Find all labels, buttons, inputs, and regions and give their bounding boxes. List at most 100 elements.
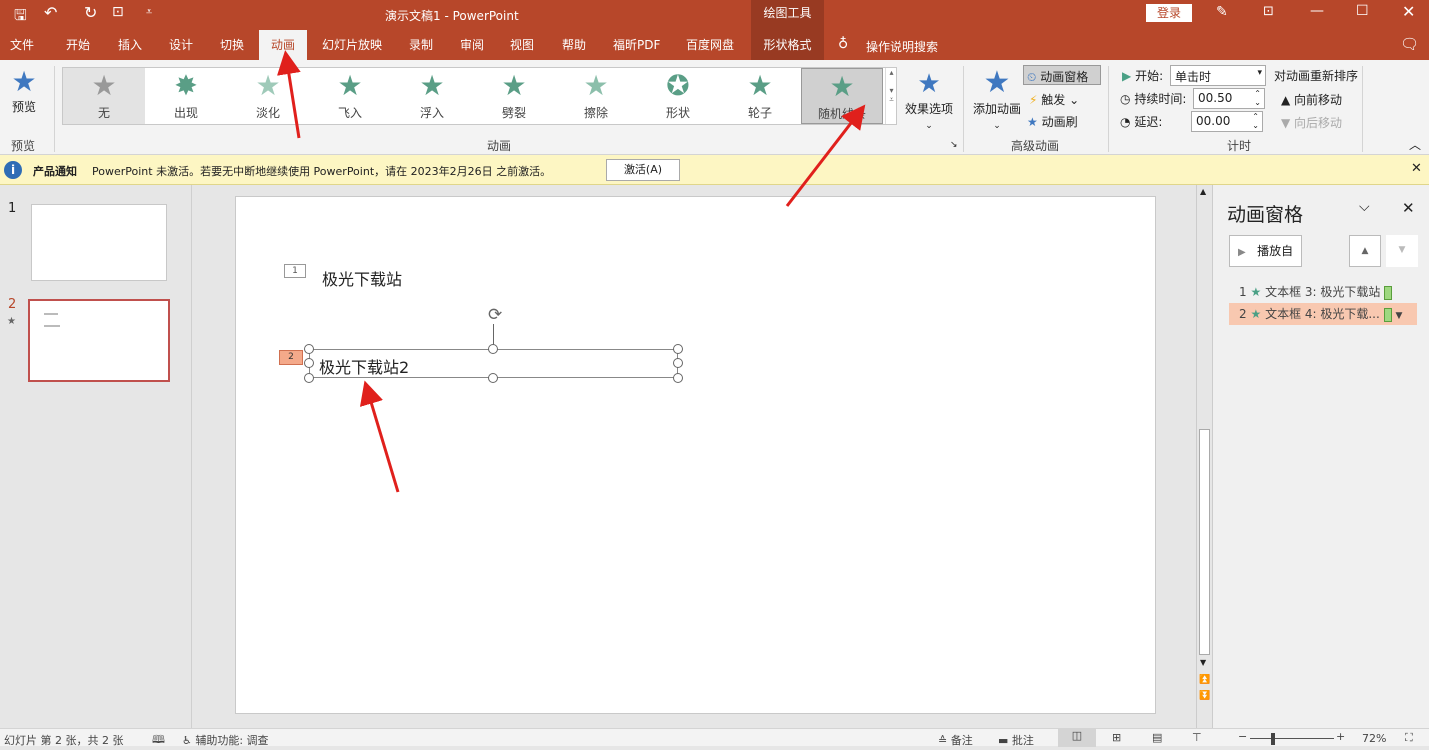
animation-tag-selected[interactable]: 2 xyxy=(279,350,303,365)
ribbon-display-icon[interactable]: ⊡ xyxy=(1263,4,1274,19)
tab-foxit-pdf[interactable]: 福昕PDF xyxy=(609,30,664,60)
fit-to-window-icon[interactable]: ⛶ xyxy=(1405,731,1413,745)
animation-gallery: ★ 无 ✸ 出现 ★ 淡化 ★ 飞入 ★ 浮入 ★ 劈裂 ★ 擦除 ✪ 形状 ★ 轮子 ★ 随机线条… xyxy=(62,67,897,125)
animation-wipe[interactable]: ★ 擦除 xyxy=(555,68,637,124)
animation-star-icon: ★ xyxy=(7,316,16,327)
rotate-handle-icon[interactable]: ⟳ xyxy=(488,305,502,325)
tab-file[interactable]: 文件 xyxy=(6,30,38,60)
painter-icon: ★ xyxy=(1027,115,1038,129)
move-down-button[interactable]: ▼ xyxy=(1386,235,1418,267)
animation-list-item-selected[interactable]: 2 ★ 文本框 4: 极光下载... ▼ xyxy=(1229,303,1417,325)
textbox-1[interactable]: 极光下载站 xyxy=(322,266,402,290)
animation-fly-in[interactable]: ★ 飞入 xyxy=(309,68,391,124)
animation-none[interactable]: ★ 无 xyxy=(63,68,145,124)
slide-number: 1 xyxy=(8,201,17,216)
pane-options-icon[interactable]: ⌵ xyxy=(1359,199,1370,215)
tab-view[interactable]: 视图 xyxy=(506,30,538,60)
tab-help[interactable]: 帮助 xyxy=(558,30,590,60)
animation-random-bars[interactable]: ★ 随机线条 xyxy=(801,68,883,124)
next-slide-icon[interactable]: ⏬ xyxy=(1199,691,1210,701)
effect-options-button[interactable]: ★ 效果选项 ⌄ xyxy=(902,68,956,131)
star-icon: ✸ xyxy=(174,69,198,102)
close-notification-icon[interactable]: ✕ xyxy=(1411,161,1422,176)
tab-slideshow[interactable]: 幻灯片放映 xyxy=(318,30,386,60)
activate-button[interactable]: 激活(A) xyxy=(606,159,680,181)
group-label-advanced: 高级动画 xyxy=(1011,139,1060,153)
save-icon[interactable]: 🖫 xyxy=(14,5,27,30)
move-earlier-button[interactable]: ▲ 向前移动 xyxy=(1281,91,1342,108)
undo-icon[interactable]: ↶ xyxy=(44,3,57,22)
duration-input[interactable]: 00.50 ⌃ ⌄ xyxy=(1193,88,1265,109)
start-slideshow-icon[interactable]: ⊡ xyxy=(112,4,124,20)
slide-canvas[interactable]: 1 极光下载站 ⟳ 2 极光下载站2 xyxy=(235,196,1156,714)
tell-me-search[interactable]: 操作说明搜索 xyxy=(866,38,938,55)
slide-sorter-button[interactable]: ⊞ xyxy=(1112,731,1121,744)
prev-slide-icon[interactable]: ⏫ xyxy=(1199,675,1210,685)
lightning-icon: ⚡ xyxy=(1029,93,1038,107)
dropdown-icon: ▼ xyxy=(1395,311,1403,321)
tab-home[interactable]: 开始 xyxy=(62,30,94,60)
slide-thumbnail-2[interactable] xyxy=(28,299,170,382)
maximize-button[interactable]: ☐ xyxy=(1356,3,1369,19)
redo-icon[interactable]: ↻ xyxy=(84,3,97,22)
vertical-scrollbar[interactable]: ▲ ▼ ⏫ ⏬ xyxy=(1196,185,1212,728)
add-animation-button[interactable]: ★ 添加动画 ⌄ xyxy=(970,66,1024,132)
ribbon-tabs: 文件 开始 插入 设计 切换 动画 幻灯片放映 录制 审阅 视图 帮助 福昕PD… xyxy=(0,30,1429,60)
animation-pane: 动画窗格 ⌵ ✕ ▶ 播放自 ▲ ▼ 1 ★ 文本框 3: 极光下载站 2 ★ … xyxy=(1212,185,1429,728)
animation-shape[interactable]: ✪ 形状 xyxy=(637,68,719,124)
comments-icon[interactable]: 🗨 xyxy=(1400,35,1419,53)
duration-label: ◷ 持续时间: xyxy=(1120,92,1187,106)
animation-fade[interactable]: ★ 淡化 xyxy=(227,68,309,124)
animation-float-in[interactable]: ★ 浮入 xyxy=(391,68,473,124)
star-icon: ★ xyxy=(501,69,527,102)
tab-review[interactable]: 审阅 xyxy=(456,30,488,60)
reading-view-button[interactable]: ▤ xyxy=(1152,731,1162,744)
login-button[interactable]: 登录 xyxy=(1146,4,1192,22)
customize-qat-icon[interactable]: ⩡ xyxy=(146,5,152,19)
play-from-button[interactable]: ▶ 播放自 xyxy=(1229,235,1302,267)
star-icon: ✪ xyxy=(666,69,690,102)
collapse-ribbon-icon[interactable]: ︿ xyxy=(1409,136,1421,153)
window-title: 演示文稿1 - PowerPoint xyxy=(385,9,519,23)
notification-bar: i 产品通知 PowerPoint 未激活。若要无中断地继续使用 PowerPo… xyxy=(0,155,1429,185)
delay-input[interactable]: 00.00 ⌃ ⌄ xyxy=(1191,111,1263,132)
preview-button[interactable]: ★ 预览 xyxy=(4,66,44,115)
dialog-launcher-icon[interactable]: ↘ xyxy=(950,140,958,150)
slide-thumbnail-1[interactable] xyxy=(31,204,167,281)
gallery-scroll[interactable]: ▴ ▾ ⩡ xyxy=(885,68,897,124)
animation-pane-button[interactable]: ⏲ 动画窗格 xyxy=(1023,65,1101,85)
ribbon: ★ 预览 预览 ★ 无 ✸ 出现 ★ 淡化 ★ 飞入 ★ 浮入 ★ 劈裂 ★ 擦除 ✪ 形状 ★… xyxy=(0,60,1429,155)
slide-thumbnails: 1 2 ★ xyxy=(0,185,192,728)
start-select[interactable]: 单击时 ▾ xyxy=(1170,65,1266,86)
spellcheck-icon[interactable]: 🕮 xyxy=(152,731,165,750)
normal-view-button[interactable]: ◫ xyxy=(1058,729,1096,747)
animation-painter-button[interactable]: ★ 动画刷 xyxy=(1027,113,1078,130)
pane-close-icon[interactable]: ✕ xyxy=(1402,199,1415,217)
animation-wheel[interactable]: ★ 轮子 xyxy=(719,68,801,124)
tab-baidu-netdisk[interactable]: 百度网盘 xyxy=(682,30,738,60)
tab-design[interactable]: 设计 xyxy=(165,30,197,60)
animation-split[interactable]: ★ 劈裂 xyxy=(473,68,555,124)
tab-transitions[interactable]: 切换 xyxy=(216,30,248,60)
trigger-button[interactable]: ⚡ 触发 ⌄ xyxy=(1029,91,1079,108)
move-up-button[interactable]: ▲ xyxy=(1349,235,1381,267)
animation-tag[interactable]: 1 xyxy=(284,264,306,278)
tab-insert[interactable]: 插入 xyxy=(114,30,146,60)
start-label: ▶ 开始: xyxy=(1122,69,1164,83)
group-label-animation: 动画 xyxy=(487,139,512,153)
zoom-level[interactable]: 72% xyxy=(1362,732,1386,745)
pen-icon[interactable]: ✎ xyxy=(1216,4,1228,20)
move-later-button[interactable]: ▼ 向后移动 xyxy=(1281,114,1342,131)
tab-record[interactable]: 录制 xyxy=(405,30,437,60)
scroll-thumb[interactable] xyxy=(1199,429,1210,655)
slideshow-button[interactable]: ⊤ xyxy=(1192,731,1202,744)
tab-shape-format[interactable]: 形状格式 xyxy=(751,30,824,60)
animation-appear[interactable]: ✸ 出现 xyxy=(145,68,227,124)
tab-animations[interactable]: 动画 xyxy=(259,30,307,60)
zoom-slider-thumb[interactable] xyxy=(1271,733,1275,745)
minimize-button[interactable]: — xyxy=(1310,3,1324,19)
zoom-slider[interactable]: − + xyxy=(1238,729,1345,747)
animation-list-item[interactable]: 1 ★ 文本框 3: 极光下载站 xyxy=(1229,281,1417,303)
close-button[interactable]: ✕ xyxy=(1402,2,1415,21)
slide-number: 2 xyxy=(8,297,17,312)
